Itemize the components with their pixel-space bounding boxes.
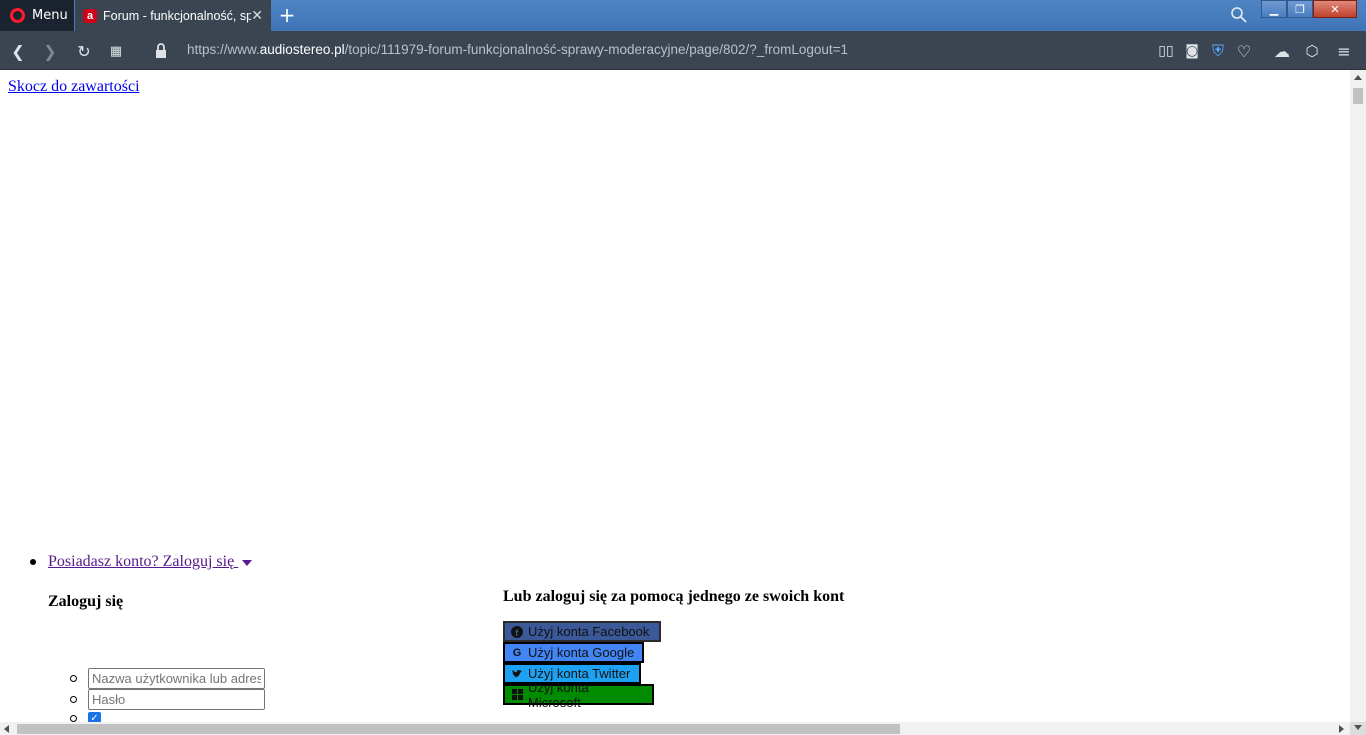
login-heading: Zaloguj się xyxy=(48,593,124,610)
download-cloud-icon[interactable]: ☁ xyxy=(1272,41,1292,61)
google-icon: G xyxy=(512,646,522,659)
menu-label: Menu xyxy=(32,8,68,23)
scroll-left-arrow-icon[interactable] xyxy=(4,725,9,733)
google-login-button[interactable]: G Użyj konta Google xyxy=(503,642,644,663)
address-bar: ❮ ❯ ↻ ▦ https://www.audiostereo.pl/topic… xyxy=(0,31,1366,70)
browser-tab-active[interactable]: a Forum - funkcjonalność, sprawy moderac… xyxy=(75,0,271,31)
caret-down-icon xyxy=(242,560,253,566)
tab-search-icon[interactable] xyxy=(1230,6,1248,24)
lock-icon[interactable] xyxy=(154,42,168,60)
scroll-right-arrow-icon[interactable] xyxy=(1339,725,1344,733)
adblock-shield-icon[interactable]: ⛨ xyxy=(1208,41,1228,61)
facebook-icon: f xyxy=(511,625,523,638)
login-toggle-item: Posiadasz konto? Zaloguj się xyxy=(30,553,253,571)
microsoft-login-label: Użyj konta Microsoft xyxy=(528,679,589,710)
microsoft-login-button[interactable]: Użyj konta Microsoft xyxy=(503,680,654,710)
window-controls: ▁ ❐ ✕ xyxy=(1261,0,1357,18)
reader-icon[interactable]: ▯▯ xyxy=(1156,41,1176,61)
microsoft-icon xyxy=(511,689,523,701)
password-row xyxy=(70,689,265,710)
forward-icon[interactable]: ❯ xyxy=(40,41,60,61)
login-toggle-link[interactable]: Posiadasz konto? Zaloguj się xyxy=(48,553,253,571)
extensions-cube-icon[interactable]: ⬡ xyxy=(1302,41,1322,61)
social-login-heading: Lub zaloguj się za pomocą jednego ze swo… xyxy=(503,588,845,605)
twitter-icon xyxy=(511,668,523,680)
maximize-icon[interactable]: ❐ xyxy=(1287,0,1313,18)
horizontal-scrollbar[interactable] xyxy=(0,722,1350,735)
opera-logo-icon xyxy=(10,8,25,23)
vertical-scrollbar[interactable] xyxy=(1350,70,1366,722)
easy-setup-icon[interactable]: ≡ xyxy=(1334,41,1354,61)
google-login-label: Użyj konta Google xyxy=(528,645,635,660)
back-icon[interactable]: ❮ xyxy=(8,41,28,61)
scroll-down-arrow-icon[interactable] xyxy=(1354,725,1362,730)
username-input[interactable] xyxy=(88,668,265,689)
close-window-icon[interactable]: ✕ xyxy=(1313,0,1357,18)
url-field[interactable]: https://www.audiostereo.pl/topic/111979-… xyxy=(187,42,848,57)
opera-menu-button[interactable]: Menu xyxy=(0,0,74,31)
new-tab-plus-icon[interactable]: + xyxy=(276,3,298,27)
tab-close-icon[interactable]: ✕ xyxy=(251,8,263,24)
tab-title: Forum - funkcjonalność, sprawy moderacyj… xyxy=(103,8,251,23)
password-input[interactable] xyxy=(88,689,265,710)
vertical-scroll-thumb[interactable] xyxy=(1353,88,1363,104)
username-row xyxy=(70,668,265,689)
list-bullet xyxy=(30,559,36,565)
list-circle xyxy=(70,675,77,682)
facebook-login-button[interactable]: f Użyj konta Facebook xyxy=(503,621,661,642)
facebook-login-label: Użyj konta Facebook xyxy=(528,624,650,639)
horizontal-scroll-thumb[interactable] xyxy=(17,724,900,734)
list-circle xyxy=(70,696,77,703)
page-content: Skocz do zawartości Posiadasz konto? Zal… xyxy=(0,70,1350,725)
scroll-up-arrow-icon[interactable] xyxy=(1354,75,1362,80)
browser-tab-bar: Menu a Forum - funkcjonalność, sprawy mo… xyxy=(0,0,1366,31)
bookmark-heart-icon[interactable]: ♡ xyxy=(1234,41,1254,61)
list-circle xyxy=(70,715,77,722)
skip-to-content-link[interactable]: Skocz do zawartości xyxy=(8,78,140,96)
scrollbar-corner xyxy=(1350,722,1366,735)
reload-icon[interactable]: ↻ xyxy=(74,41,94,61)
site-favicon-icon: a xyxy=(83,8,97,23)
snapshot-camera-icon[interactable]: ◙ xyxy=(1182,41,1202,61)
minimize-icon[interactable]: ▁ xyxy=(1261,0,1287,18)
speed-dial-icon[interactable]: ▦ xyxy=(106,41,126,61)
